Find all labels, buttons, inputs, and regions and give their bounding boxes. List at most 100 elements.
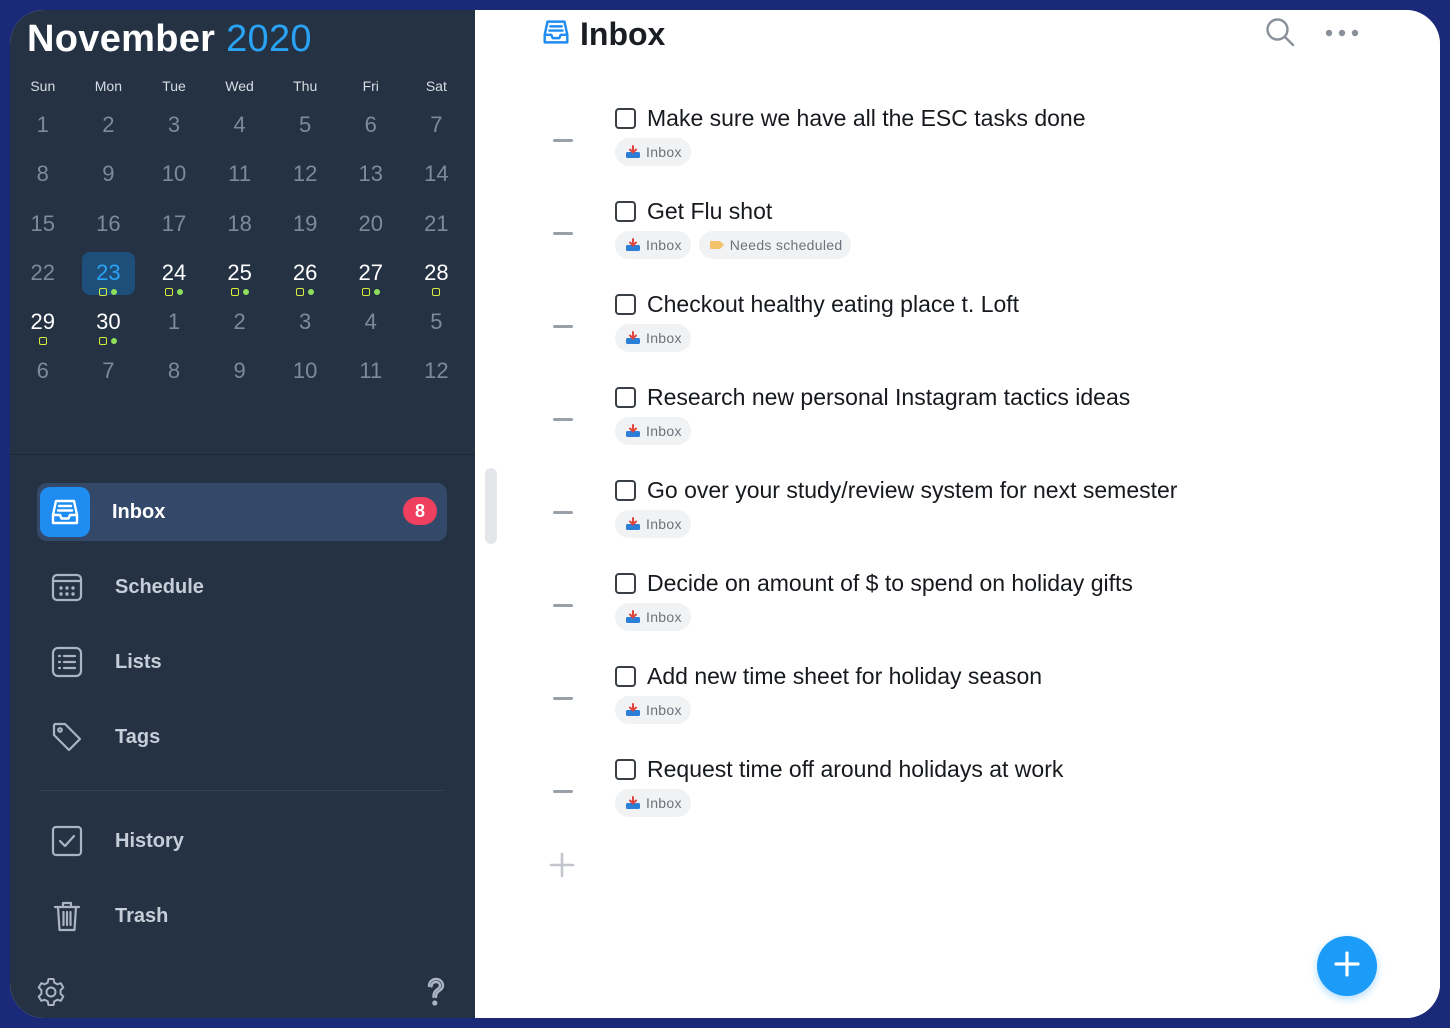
calendar-day[interactable]: 11 [207, 149, 273, 198]
task-row[interactable]: Decide on amount of $ to spend on holida… [545, 570, 1375, 650]
inbox-tag-chip[interactable]: Inbox [615, 510, 691, 538]
task-checkbox[interactable] [615, 201, 636, 222]
calendar-day[interactable]: 6 [10, 346, 76, 395]
calendar-day[interactable]: 27 [338, 248, 404, 297]
calendar-day[interactable]: 3 [272, 297, 338, 346]
inbox-tag-chip[interactable]: Inbox [615, 231, 691, 259]
task-title[interactable]: Add new time sheet for holiday season [647, 663, 1042, 690]
task-title[interactable]: Decide on amount of $ to spend on holida… [647, 570, 1133, 597]
drag-handle-icon[interactable] [553, 790, 573, 793]
task-title[interactable]: Get Flu shot [647, 198, 772, 225]
calendar-day[interactable]: 24 [141, 248, 207, 297]
calendar-day[interactable]: 19 [272, 199, 338, 248]
sidebar-item-schedule[interactable]: Schedule [37, 558, 447, 616]
calendar-day[interactable]: 12 [404, 346, 470, 395]
inbox-tag-chip[interactable]: Inbox [615, 417, 691, 445]
calendar-day[interactable]: 2 [207, 297, 273, 346]
calendar-day[interactable]: 12 [272, 149, 338, 198]
sidebar-item-tags[interactable]: Tags [37, 708, 447, 766]
calendar-day[interactable]: 30 [76, 297, 142, 346]
label-tag-chip[interactable]: Needs scheduled [698, 231, 852, 259]
inbox-tag-chip[interactable]: Inbox [615, 789, 691, 817]
calendar-day[interactable]: 6 [338, 100, 404, 149]
task-checkbox[interactable] [615, 108, 636, 129]
drag-handle-icon[interactable] [553, 418, 573, 421]
task-title[interactable]: Make sure we have all the ESC tasks done [647, 105, 1086, 132]
tag-label: Inbox [646, 609, 682, 625]
calendar-day[interactable]: 9 [76, 149, 142, 198]
task-checkbox[interactable] [615, 759, 636, 780]
task-title[interactable]: Research new personal Instagram tactics … [647, 384, 1130, 411]
calendar-day[interactable]: 25 [207, 248, 273, 297]
drag-handle-icon[interactable] [553, 325, 573, 328]
calendar-day[interactable]: 18 [207, 199, 273, 248]
calendar-title[interactable]: November 2020 [27, 18, 312, 61]
calendar-day[interactable]: 29 [10, 297, 76, 346]
calendar-day[interactable]: 9 [207, 346, 273, 395]
calendar-day[interactable]: 10 [141, 149, 207, 198]
sidebar-item-history[interactable]: History [37, 812, 447, 870]
sidebar-item-inbox[interactable]: Inbox 8 [37, 483, 447, 541]
task-title[interactable]: Request time off around holidays at work [647, 756, 1063, 783]
add-task-icon[interactable] [549, 852, 575, 883]
drag-handle-icon[interactable] [553, 511, 573, 514]
calendar-day[interactable]: 26 [272, 248, 338, 297]
calendar-day[interactable]: 13 [338, 149, 404, 198]
calendar-day[interactable]: 7 [76, 346, 142, 395]
calendar-day[interactable]: 5 [404, 297, 470, 346]
task-checkbox[interactable] [615, 480, 636, 501]
inbox-tag-chip[interactable]: Inbox [615, 603, 691, 631]
calendar-day[interactable]: 28 [404, 248, 470, 297]
task-checkbox[interactable] [615, 573, 636, 594]
sidebar-item-lists[interactable]: Lists [37, 633, 447, 691]
settings-gear-icon[interactable] [35, 976, 67, 1008]
calendar-day[interactable]: 5 [272, 100, 338, 149]
drag-handle-icon[interactable] [553, 697, 573, 700]
calendar-day[interactable]: 3 [141, 100, 207, 149]
task-title[interactable]: Go over your study/review system for nex… [647, 477, 1177, 504]
task-row[interactable]: Make sure we have all the ESC tasks done… [545, 105, 1375, 185]
calendar-day[interactable]: 20 [338, 199, 404, 248]
calendar-day[interactable]: 1 [10, 100, 76, 149]
split-view-handle[interactable] [485, 468, 497, 544]
calendar-day[interactable]: 10 [272, 346, 338, 395]
inbox-tag-chip[interactable]: Inbox [615, 138, 691, 166]
task-row[interactable]: Get Flu shot Inbox Needs scheduled [545, 198, 1375, 278]
task-checkbox[interactable] [615, 387, 636, 408]
search-icon[interactable] [1264, 16, 1296, 53]
task-row[interactable]: Checkout healthy eating place t. Loft Inb… [545, 291, 1375, 371]
task-row[interactable]: Research new personal Instagram tactics … [545, 384, 1375, 464]
calendar-day[interactable]: 8 [141, 346, 207, 395]
calendar-day[interactable]: 16 [76, 199, 142, 248]
task-title[interactable]: Checkout healthy eating place t. Loft [647, 291, 1019, 318]
calendar-day[interactable]: 2 [76, 100, 142, 149]
drag-handle-icon[interactable] [553, 604, 573, 607]
calendar-day-number: 7 [430, 112, 443, 137]
calendar-divider [10, 454, 475, 455]
calendar-day[interactable]: 7 [404, 100, 470, 149]
task-row[interactable]: Go over your study/review system for nex… [545, 477, 1375, 557]
task-row[interactable]: Add new time sheet for holiday season Inb… [545, 663, 1375, 743]
task-row[interactable]: Request time off around holidays at work… [545, 756, 1375, 836]
calendar-day[interactable]: 8 [10, 149, 76, 198]
calendar-day[interactable]: 15 [10, 199, 76, 248]
calendar-day[interactable]: 11 [338, 346, 404, 395]
calendar-day[interactable]: 1 [141, 297, 207, 346]
calendar-day[interactable]: 22 [10, 248, 76, 297]
sidebar-item-trash[interactable]: Trash [37, 887, 447, 945]
calendar-day[interactable]: 21 [404, 199, 470, 248]
calendar-day[interactable]: 14 [404, 149, 470, 198]
drag-handle-icon[interactable] [553, 139, 573, 142]
inbox-tag-chip[interactable]: Inbox [615, 324, 691, 352]
task-checkbox[interactable] [615, 666, 636, 687]
drag-handle-icon[interactable] [553, 232, 573, 235]
calendar-day[interactable]: 17 [141, 199, 207, 248]
calendar-day-today[interactable]: 23 [81, 251, 136, 296]
task-checkbox[interactable] [615, 294, 636, 315]
calendar-day[interactable]: 4 [207, 100, 273, 149]
help-icon[interactable] [420, 976, 452, 1008]
more-options-icon[interactable] [1324, 26, 1360, 44]
calendar-day[interactable]: 4 [338, 297, 404, 346]
inbox-tag-chip[interactable]: Inbox [615, 696, 691, 724]
add-task-button[interactable] [1317, 936, 1377, 996]
